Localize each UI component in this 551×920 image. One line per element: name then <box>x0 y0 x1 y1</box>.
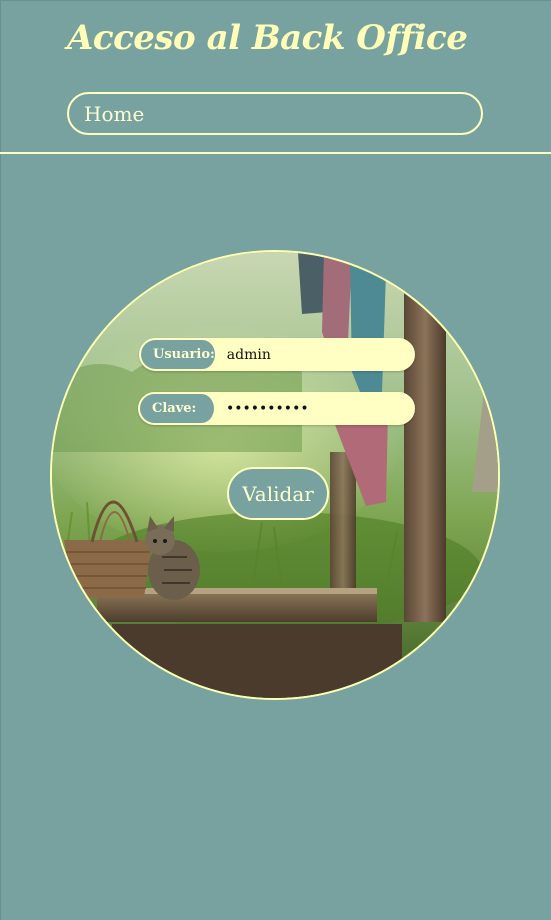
page-header: Acceso al Back Office Home <box>0 0 551 154</box>
page-title: Acceso al Back Office <box>67 18 468 58</box>
clave-input[interactable] <box>216 394 413 423</box>
clave-field: Clave: <box>138 392 415 425</box>
usuario-label: Usuario: <box>141 340 217 369</box>
nav-bar: Home <box>67 92 483 135</box>
login-circle: Usuario: Clave: Validar <box>50 250 500 700</box>
usuario-input[interactable] <box>216 340 413 369</box>
clave-label: Clave: <box>140 394 216 423</box>
nav-link-home[interactable]: Home <box>84 102 144 126</box>
usuario-field: Usuario: <box>139 338 415 371</box>
validar-button[interactable]: Validar <box>227 467 329 520</box>
